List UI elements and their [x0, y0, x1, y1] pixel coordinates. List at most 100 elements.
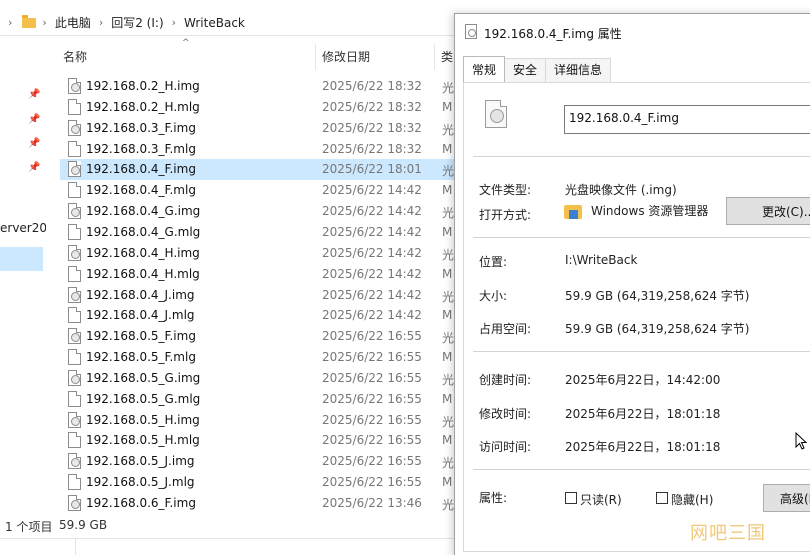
file-date: 2025/6/22 14:42 [322, 183, 422, 198]
file-date: 2025/6/22 16:55 [322, 475, 422, 490]
column-headers: ^ 名称 修改日期 类 [58, 38, 458, 72]
chevron-right-icon[interactable]: › [172, 16, 176, 29]
size-label: 大小: [479, 289, 508, 303]
file-row[interactable]: 192.168.0.5_F.img 2025/6/22 16:55 光 [60, 326, 454, 347]
open-with-label: 打开方式: [479, 208, 532, 222]
file-row[interactable]: 192.168.0.2_H.mlg 2025/6/22 18:32 M [60, 97, 454, 118]
chevron-right-icon: › [8, 16, 13, 29]
file-date: 2025/6/22 14:42 [322, 266, 422, 281]
breadcrumb-drive[interactable]: 回写2 (I:) [111, 14, 163, 31]
file-name: 192.168.0.2_H.mlg [86, 99, 200, 114]
disc-image-file-icon [68, 453, 81, 470]
column-divider[interactable] [315, 44, 316, 70]
navigation-pane: 📌 📌 📌 📌 erver20 [0, 38, 46, 508]
folder-icon [22, 14, 37, 28]
column-header-type[interactable]: 类 [441, 42, 453, 72]
disc-image-file-icon [465, 24, 477, 39]
file-name: 192.168.0.4_H.mlg [86, 266, 200, 281]
disk-size-label: 占用空间: [479, 322, 532, 336]
file-row[interactable]: 192.168.0.5_J.mlg 2025/6/22 16:55 M [60, 472, 454, 493]
file-date: 2025/6/22 18:32 [322, 141, 422, 156]
file-date: 2025/6/22 18:32 [322, 120, 422, 135]
tab-details[interactable]: 详细信息 [545, 58, 612, 82]
open-with-app: Windows 资源管理器 [591, 204, 709, 218]
blank-file-icon [68, 432, 81, 449]
file-row[interactable]: 192.168.0.5_J.img 2025/6/22 16:55 光 [60, 451, 454, 472]
nav-item-server[interactable]: erver20 [0, 221, 46, 235]
disc-image-file-icon [485, 100, 507, 128]
file-name: 192.168.0.4_J.mlg [86, 308, 195, 323]
blank-file-icon [68, 390, 81, 407]
chevron-right-icon[interactable]: › [99, 16, 103, 29]
file-row[interactable]: 192.168.0.4_H.mlg 2025/6/22 14:42 M [60, 264, 454, 285]
file-name: 192.168.0.5_J.img [86, 454, 195, 469]
file-row[interactable]: 192.168.0.5_G.img 2025/6/22 16:55 光 [60, 368, 454, 389]
nav-item-selected[interactable] [0, 247, 43, 271]
file-date: 2025/6/22 14:42 [322, 287, 422, 302]
accessed-value: 2025年6月22日，18:01:18 [565, 440, 721, 454]
file-row[interactable]: 192.168.0.3_F.img 2025/6/22 18:32 光 [60, 118, 454, 139]
watermark-logo: 网吧三国 [690, 523, 766, 544]
file-row[interactable]: 192.168.0.3_F.mlg 2025/6/22 18:32 M [60, 139, 454, 160]
blank-file-icon [68, 307, 81, 324]
advanced-button[interactable]: 高级(D)... [763, 484, 810, 512]
hidden-label[interactable]: 隐藏(H) [671, 491, 713, 508]
file-row[interactable]: 192.168.0.5_F.mlg 2025/6/22 16:55 M [60, 347, 454, 368]
pin-icon[interactable]: 📌 [28, 90, 40, 100]
column-header-name[interactable]: 名称 [63, 42, 87, 72]
file-row[interactable]: 192.168.0.5_H.mlg 2025/6/22 16:55 M [60, 430, 454, 451]
file-date: 2025/6/22 16:55 [322, 412, 422, 427]
filename-field[interactable]: 192.168.0.4_F.img [564, 105, 810, 134]
file-name: 192.168.0.5_H.img [86, 412, 200, 427]
file-row[interactable]: 192.168.0.4_G.img 2025/6/22 14:42 光 [60, 201, 454, 222]
change-button[interactable]: 更改(C)... [726, 197, 810, 225]
pin-icon[interactable]: 📌 [28, 139, 40, 149]
file-row[interactable]: 192.168.0.5_H.img 2025/6/22 16:55 光 [60, 410, 454, 431]
file-row[interactable]: 192.168.0.2_H.img 2025/6/22 18:32 光 [60, 76, 454, 97]
file-name: 192.168.0.5_J.mlg [86, 475, 195, 490]
readonly-checkbox[interactable] [565, 492, 577, 504]
file-row[interactable]: 192.168.0.4_F.mlg 2025/6/22 14:42 M [60, 180, 454, 201]
pin-icon[interactable]: 📌 [28, 115, 40, 125]
file-row[interactable]: 192.168.0.4_G.mlg 2025/6/22 14:42 M [60, 222, 454, 243]
file-row[interactable]: 192.168.0.4_F.img 2025/6/22 18:01 光 [60, 159, 454, 181]
file-name: 192.168.0.5_F.mlg [86, 350, 196, 365]
modified-label: 修改时间: [479, 407, 532, 421]
pin-icon[interactable]: 📌 [28, 163, 40, 173]
status-selected-count: 1 个项目 [5, 520, 53, 534]
window-corner [778, 0, 810, 10]
file-row[interactable]: 192.168.0.4_J.mlg 2025/6/22 14:42 M [60, 305, 454, 326]
address-bar[interactable]: › › 此电脑 › 回写2 (I:) › WriteBack [0, 10, 460, 36]
tab-general[interactable]: 常规 [463, 56, 506, 82]
file-name: 192.168.0.3_F.img [86, 120, 196, 135]
file-row[interactable]: 192.168.0.5_G.mlg 2025/6/22 16:55 M [60, 389, 454, 410]
tab-security[interactable]: 安全 [504, 58, 547, 82]
file-row[interactable]: 192.168.0.4_J.img 2025/6/22 14:42 光 [60, 285, 454, 306]
breadcrumb-folder[interactable]: WriteBack [184, 16, 245, 30]
file-date: 2025/6/22 16:55 [322, 370, 422, 385]
file-date: 2025/6/22 14:42 [322, 308, 422, 323]
file-date: 2025/6/22 18:01 [322, 162, 422, 177]
file-date: 2025/6/22 16:55 [322, 391, 422, 406]
file-type-value: 光盘映像文件 (.img) [565, 183, 677, 197]
file-date: 2025/6/22 13:46 [322, 496, 422, 510]
file-name: 192.168.0.4_G.img [86, 204, 201, 219]
file-date: 2025/6/22 18:32 [322, 99, 422, 114]
chevron-right-icon: › [42, 16, 47, 29]
status-bar: 1 个项目 59.9 GB [0, 515, 460, 537]
file-row[interactable]: 192.168.0.6_F.img 2025/6/22 13:46 光 [60, 493, 454, 514]
file-row[interactable]: 192.168.0.4_H.img 2025/6/22 14:42 光 [60, 243, 454, 264]
file-name: 192.168.0.5_G.img [86, 370, 201, 385]
file-name: 192.168.0.2_H.img [86, 79, 200, 93]
column-header-date[interactable]: 修改日期 [322, 42, 370, 72]
dialog-titlebar[interactable]: 192.168.0.4_F.img 属性 [455, 14, 810, 48]
file-name: 192.168.0.4_J.img [86, 287, 195, 302]
disc-image-file-icon [68, 119, 81, 136]
column-divider[interactable] [434, 44, 435, 70]
file-date: 2025/6/22 16:55 [322, 350, 422, 365]
disc-image-file-icon [68, 161, 81, 178]
accessed-label: 访问时间: [479, 440, 532, 454]
breadcrumb-this-pc[interactable]: 此电脑 [55, 14, 91, 31]
hidden-checkbox[interactable] [656, 492, 668, 504]
readonly-label[interactable]: 只读(R) [580, 491, 622, 508]
